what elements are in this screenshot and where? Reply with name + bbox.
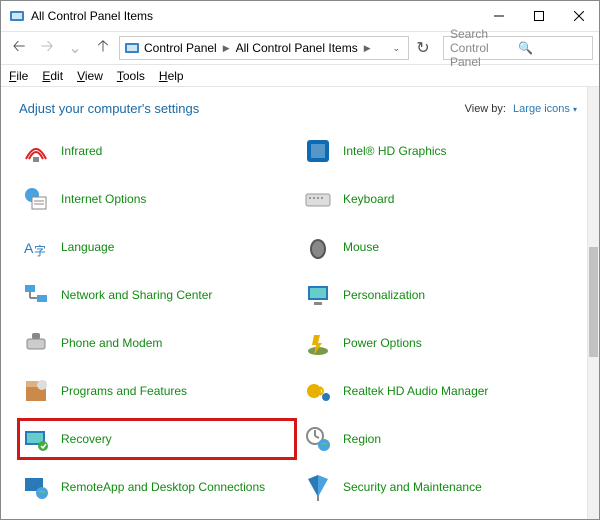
region-icon: [303, 424, 333, 454]
network-sharing-icon: [21, 280, 51, 310]
address-bar[interactable]: Control Panel ▶ All Control Panel Items …: [119, 36, 409, 60]
refresh-button[interactable]: ↻: [413, 38, 433, 58]
svg-text:A: A: [24, 240, 34, 256]
svg-text:字: 字: [34, 243, 46, 258]
item-realtek-audio[interactable]: Realtek HD Audio Manager: [301, 372, 577, 410]
item-mouse[interactable]: Mouse: [301, 228, 577, 266]
chevron-right-icon[interactable]: ▶: [223, 43, 230, 54]
item-intel-hd-graphics[interactable]: Intel® HD Graphics: [301, 132, 577, 170]
menu-edit[interactable]: Edit: [42, 69, 63, 83]
breadcrumb-root[interactable]: Control Panel: [144, 41, 217, 55]
view-by-label: View by:: [465, 103, 506, 115]
item-region[interactable]: Region: [301, 420, 577, 458]
view-by-dropdown[interactable]: Large icons ▾: [513, 103, 577, 115]
item-recovery[interactable]: Recovery: [19, 420, 295, 458]
item-personalization[interactable]: Personalization: [301, 276, 577, 314]
item-power-options[interactable]: Power Options: [301, 324, 577, 362]
chevron-down-icon: ▾: [573, 105, 577, 114]
item-language[interactable]: A字 Language: [19, 228, 295, 266]
navigation-bar: 🡠 🡢 ⌄ 🡡 Control Panel ▶ All Control Pane…: [1, 31, 599, 65]
intel-graphics-icon: [303, 136, 333, 166]
view-by-control: View by: Large icons ▾: [465, 103, 577, 115]
menu-help[interactable]: Help: [159, 69, 184, 83]
app-icon: [9, 8, 25, 24]
menu-tools[interactable]: Tools: [117, 69, 145, 83]
menu-file[interactable]: File: [9, 69, 28, 83]
breadcrumb: Control Panel ▶ All Control Panel Items …: [144, 41, 388, 55]
item-internet-options[interactable]: Internet Options: [19, 180, 295, 218]
item-security-maintenance[interactable]: Security and Maintenance: [301, 468, 577, 506]
page-heading: Adjust your computer's settings: [19, 101, 465, 116]
keyboard-icon: [303, 184, 333, 214]
item-infrared[interactable]: Infrared: [19, 132, 295, 170]
breadcrumb-current[interactable]: All Control Panel Items: [236, 41, 358, 55]
close-button[interactable]: [559, 1, 599, 31]
search-placeholder: Search Control Panel: [450, 27, 518, 69]
item-phone-modem[interactable]: Phone and Modem: [19, 324, 295, 362]
remoteapp-icon: [21, 472, 51, 502]
control-panel-icon: [124, 40, 140, 56]
recovery-icon: [21, 424, 51, 454]
forward-button[interactable]: 🡢: [35, 36, 59, 60]
item-sound[interactable]: Sound: [19, 516, 295, 519]
up-button[interactable]: 🡡: [91, 36, 115, 60]
scrollbar-thumb[interactable]: [589, 247, 598, 357]
address-history-button[interactable]: ⌄: [392, 43, 400, 54]
phone-modem-icon: [21, 328, 51, 358]
chevron-right-icon[interactable]: ▶: [364, 43, 371, 54]
window-title: All Control Panel Items: [31, 9, 479, 23]
item-programs-features[interactable]: Programs and Features: [19, 372, 295, 410]
programs-features-icon: [21, 376, 51, 406]
mouse-icon: [303, 232, 333, 262]
infrared-icon: [21, 136, 51, 166]
back-button[interactable]: 🡠: [7, 36, 31, 60]
realtek-audio-icon: [303, 376, 333, 406]
item-network-sharing[interactable]: Network and Sharing Center: [19, 276, 295, 314]
internet-options-icon: [21, 184, 51, 214]
recent-locations-button[interactable]: ⌄: [63, 36, 87, 60]
security-maintenance-icon: [303, 472, 333, 502]
search-input[interactable]: Search Control Panel 🔍: [443, 36, 593, 60]
control-panel-grid: Infrared Intel® HD Graphics Internet Opt…: [19, 132, 577, 519]
search-icon: 🔍: [518, 41, 586, 55]
vertical-scrollbar[interactable]: [587, 87, 599, 519]
item-speech-recognition[interactable]: Speech Recognition: [301, 516, 577, 519]
power-options-icon: [303, 328, 333, 358]
menu-view[interactable]: View: [77, 69, 103, 83]
language-icon: A字: [21, 232, 51, 262]
maximize-button[interactable]: [519, 1, 559, 31]
item-keyboard[interactable]: Keyboard: [301, 180, 577, 218]
personalization-icon: [303, 280, 333, 310]
item-remoteapp-desktop[interactable]: RemoteApp and Desktop Connections: [19, 468, 295, 506]
